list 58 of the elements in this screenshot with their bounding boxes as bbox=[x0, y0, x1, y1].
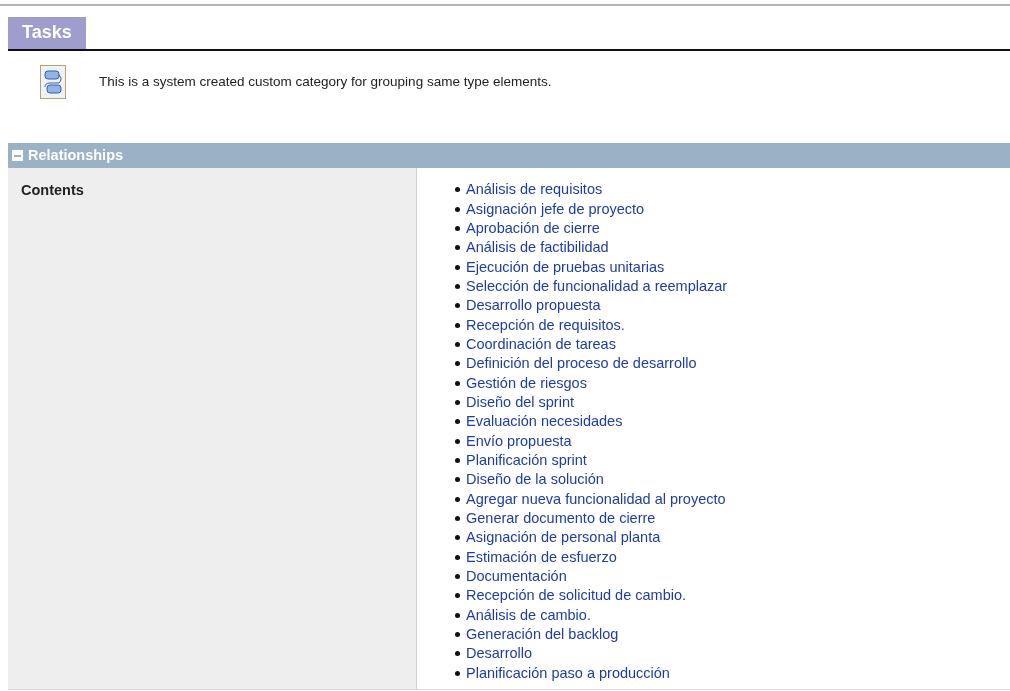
task-link[interactable]: Generar documento de cierre bbox=[466, 509, 656, 528]
bullet-icon bbox=[455, 399, 460, 405]
bullet-icon bbox=[455, 574, 460, 580]
task-link[interactable]: Desarrollo propuesta bbox=[466, 296, 601, 316]
task-link[interactable]: Estimación de esfuerzo bbox=[466, 547, 617, 567]
bullet-icon bbox=[455, 477, 460, 483]
task-link[interactable]: Generación del backlog bbox=[466, 625, 619, 645]
task-link[interactable]: Diseño del sprint bbox=[466, 392, 574, 412]
task-link[interactable]: Diseño de la solución bbox=[466, 470, 604, 490]
task-link[interactable]: Análisis de factibilidad bbox=[466, 238, 609, 258]
bullet-icon bbox=[455, 187, 460, 193]
task-link[interactable]: Coordinación de tareas bbox=[466, 334, 616, 354]
task-link[interactable]: Documentación bbox=[466, 567, 567, 587]
task-link[interactable]: Definición del proceso de desarrollo bbox=[466, 354, 697, 374]
page-title: Tasks bbox=[8, 17, 86, 49]
section-title: Relationships bbox=[28, 145, 124, 165]
task-link[interactable]: Planificación paso a producción bbox=[466, 663, 670, 683]
bullet-icon bbox=[455, 283, 460, 289]
bullet-icon bbox=[455, 670, 460, 676]
category-icon bbox=[40, 65, 66, 99]
task-link[interactable]: Recepción de solicitud de cambio. bbox=[466, 586, 687, 606]
task-link[interactable]: Análisis de cambio. bbox=[466, 605, 591, 625]
task-link[interactable]: Ejecución de pruebas unitarias bbox=[466, 257, 665, 277]
bullet-icon bbox=[455, 245, 460, 251]
bullet-icon bbox=[455, 419, 460, 425]
bullet-icon bbox=[455, 303, 460, 309]
task-link[interactable]: Asignación jefe de proyecto bbox=[466, 199, 645, 219]
collapse-icon[interactable] bbox=[12, 150, 23, 161]
bullet-icon bbox=[455, 322, 460, 328]
bullet-icon bbox=[455, 361, 460, 367]
task-link[interactable]: Selección de funcionalidad a reemplazar bbox=[466, 276, 728, 296]
task-link[interactable]: Agregar nueva funcionalidad al proyecto bbox=[466, 489, 726, 509]
task-link[interactable]: Análisis de requisitos bbox=[466, 180, 603, 200]
task-link[interactable]: Gestión de riesgos bbox=[466, 373, 587, 393]
bullet-icon bbox=[455, 593, 460, 599]
bullet-icon bbox=[455, 632, 460, 638]
bullet-icon bbox=[455, 612, 460, 618]
row-label: Contents bbox=[8, 168, 417, 689]
task-link[interactable]: Envío propuesta bbox=[466, 431, 572, 451]
bullet-icon bbox=[455, 554, 460, 560]
description-text: This is a system created custom category for grouping same type elements. bbox=[99, 72, 552, 91]
bullet-icon bbox=[455, 516, 460, 521]
bullet-icon bbox=[455, 535, 460, 541]
bullet-icon bbox=[455, 458, 460, 463]
task-link[interactable]: Asignación de personal planta bbox=[466, 528, 661, 548]
task-link[interactable]: Evaluación necesidades bbox=[466, 412, 623, 432]
bullet-icon bbox=[455, 264, 460, 270]
bullet-icon bbox=[455, 225, 460, 231]
bullet-icon bbox=[455, 206, 460, 212]
task-link[interactable]: Recepción de requisitos. bbox=[466, 315, 625, 335]
bullet-icon bbox=[455, 341, 460, 347]
task-link[interactable]: Desarrollo bbox=[466, 644, 533, 664]
bullet-icon bbox=[455, 496, 460, 502]
bullet-icon bbox=[455, 438, 460, 444]
task-link[interactable]: Planificación sprint bbox=[466, 451, 587, 470]
task-link[interactable]: Aprobación de cierre bbox=[466, 218, 600, 238]
bullet-icon bbox=[455, 380, 460, 386]
bullet-icon bbox=[455, 651, 460, 657]
